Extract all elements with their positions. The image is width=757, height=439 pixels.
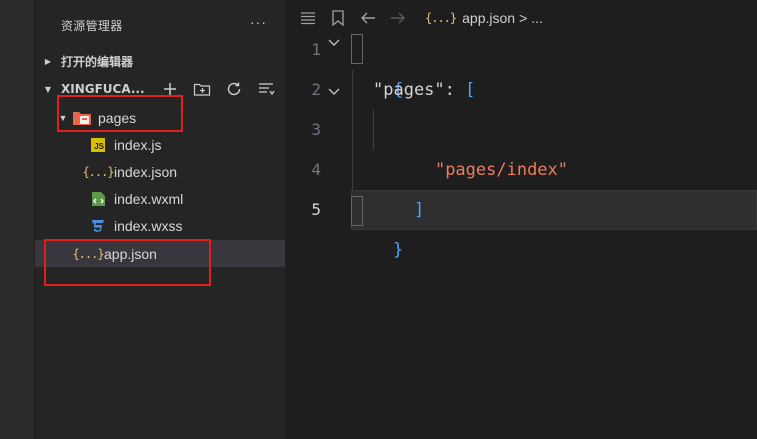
css-file-icon — [87, 217, 109, 235]
code-string: "pages/index" — [434, 160, 569, 180]
project-section[interactable]: ▼ XINGFUCA... — [35, 78, 285, 100]
code-line-5: } — [352, 190, 403, 260]
code-line-2: "pages": [ — [373, 70, 475, 110]
tree-item-label: index.json — [114, 163, 178, 180]
project-name: XINGFUCA... — [61, 82, 145, 96]
tree-item-label: index.wxml — [114, 190, 184, 207]
tree-file-index-json[interactable]: {...} index.json — [35, 158, 285, 185]
code-key: "pages" — [373, 80, 445, 100]
line-number: 3 — [311, 120, 321, 139]
caret-down-icon: ▼ — [58, 112, 68, 123]
code-colon: : — [444, 80, 455, 100]
breadcrumb-more[interactable]: ... — [531, 10, 543, 26]
js-icon-text: JS — [91, 137, 105, 152]
tree-file-app-json[interactable]: {...} app.json — [35, 240, 285, 267]
tree-file-index-wxss[interactable]: index.wxss — [35, 212, 285, 239]
indent-guide — [373, 110, 374, 150]
line-number: 1 — [311, 40, 321, 59]
breadcrumb-file-name: app.json — [462, 10, 516, 26]
collapse-all-icon[interactable] — [255, 78, 277, 100]
tree-file-index-js[interactable]: JS index.js — [35, 131, 285, 158]
json-file-icon: {...} — [72, 245, 104, 263]
folder-icon — [71, 109, 93, 127]
refresh-icon[interactable] — [223, 78, 245, 100]
fold-chevron-down-icon[interactable] — [326, 35, 342, 51]
code-open-bracket: [ — [465, 80, 476, 100]
tree-item-label: index.wxss — [114, 217, 183, 234]
section-actions — [159, 78, 277, 100]
explorer-title: 资源管理器 — [61, 19, 123, 33]
open-editors-label: 打开的编辑器 — [61, 54, 134, 69]
tree-item-label: pages — [98, 109, 137, 126]
caret-right-icon: ▶ — [44, 56, 52, 66]
code-line-1: { — [352, 30, 403, 100]
open-editors-section[interactable]: ▶ 打开的编辑器 — [35, 50, 285, 72]
code-line-3: "pages/index" — [394, 110, 568, 180]
json-file-icon: {...} — [425, 11, 457, 25]
json-icon-text: {...} — [72, 246, 104, 261]
new-file-icon[interactable] — [159, 78, 181, 100]
code-close-brace: } — [392, 240, 404, 260]
json-file-icon: {...} — [82, 163, 114, 181]
breadcrumb-separator: > — [519, 10, 528, 26]
breadcrumb-file[interactable]: {...} app.json — [425, 10, 515, 26]
bookmark-icon[interactable] — [325, 7, 351, 29]
caret-down-icon: ▼ — [44, 84, 52, 94]
javascript-file-icon: JS — [87, 136, 109, 154]
code-close-bracket: ] — [413, 200, 425, 220]
code-editor[interactable]: {...} app.json > ... 1 2 3 4 5 { "pages"… — [285, 0, 757, 439]
line-number: 2 — [311, 80, 321, 99]
back-arrow-icon[interactable] — [355, 7, 381, 29]
more-actions-button[interactable]: ··· — [250, 14, 267, 30]
json-icon-text: {...} — [82, 164, 114, 179]
forward-arrow-icon[interactable] — [385, 7, 411, 29]
line-number: 5 — [311, 200, 321, 219]
tree-item-label: app.json — [104, 245, 157, 262]
new-folder-icon[interactable] — [191, 78, 213, 100]
explorer-sidebar: 资源管理器 ··· ▶ 打开的编辑器 ▼ XINGFUCA... ▼ pages… — [35, 0, 285, 439]
fold-chevron-down-icon[interactable] — [326, 84, 342, 100]
list-icon[interactable] — [295, 7, 321, 29]
tree-file-index-wxml[interactable]: index.wxml — [35, 185, 285, 212]
code-line-4: ] — [373, 150, 424, 220]
activity-bar — [0, 0, 35, 439]
wxml-file-icon — [87, 190, 109, 208]
line-number: 4 — [311, 160, 321, 179]
tree-item-label: index.js — [114, 136, 162, 153]
tree-folder-pages[interactable]: ▼ pages — [35, 104, 285, 131]
